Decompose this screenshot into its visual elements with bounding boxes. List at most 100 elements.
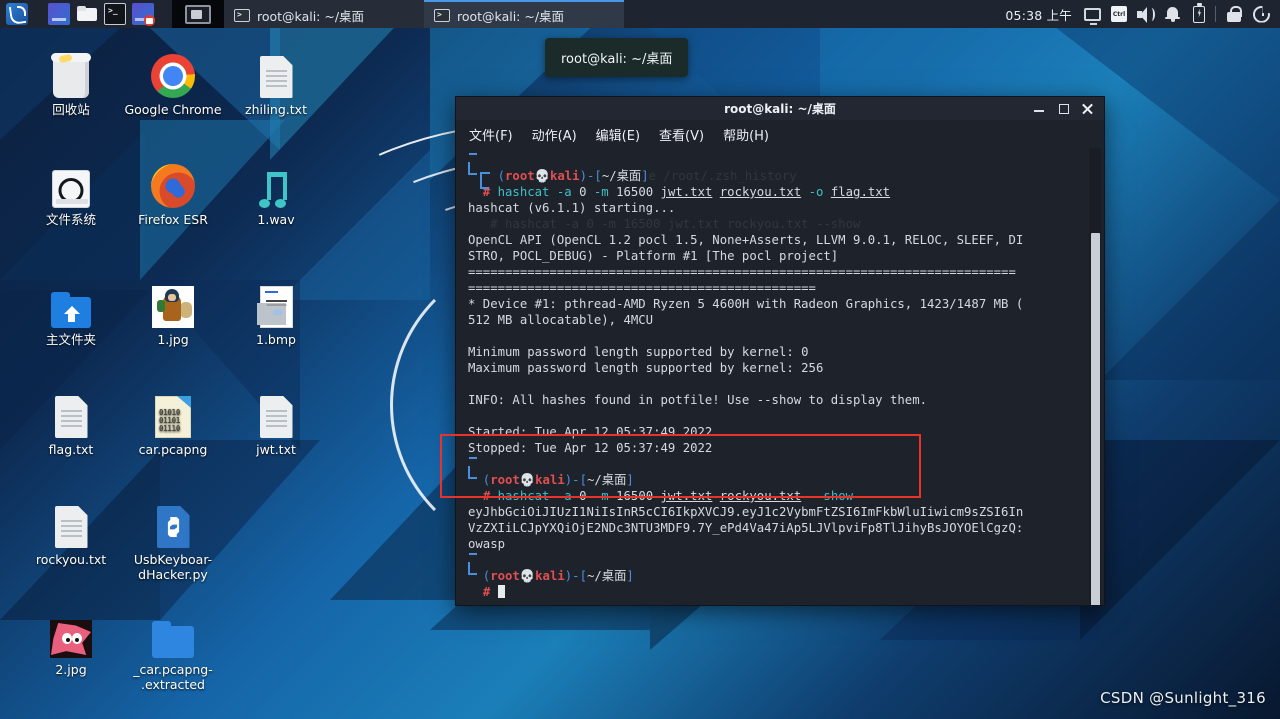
desktop-icon-jwt-txt[interactable]: jwt.txt (225, 388, 327, 457)
firefox-icon (122, 158, 224, 208)
volume-icon[interactable] (1137, 6, 1155, 23)
python-file-icon (122, 498, 224, 548)
prompt-host: kali (549, 169, 580, 183)
cmd2-flag-a: -a (556, 489, 572, 503)
desktop-icon-car-pcapng[interactable]: 01010 01101 01110 car.pcapng (122, 388, 224, 457)
output-line-5: * Device #1: pthread-AMD Ryzen 5 4600H w… (468, 297, 1024, 311)
desktop-icon-usbkeyboardhacker-py[interactable]: UsbKeyboar- dHacker.py (122, 498, 224, 582)
cmd2-flag-show: --show (808, 489, 854, 503)
desktop-icon-label: 1.jpg (157, 332, 189, 347)
taskbar-item-label: root@kali: ~/桌面 (257, 8, 365, 24)
prompt-path-2: ~/桌面 (587, 473, 627, 487)
prompt-symbol-2: # (482, 489, 491, 503)
home-folder-icon (20, 278, 122, 328)
desktop-icon-filesystem[interactable]: 文件系统 (20, 158, 122, 227)
panel-launchers (0, 0, 172, 28)
separator-short: ========================================… (468, 281, 816, 295)
terminal-icon[interactable] (104, 3, 126, 25)
desktop-icon-label: 1.bmp (256, 332, 296, 347)
desktop-icon-1-jpg[interactable]: 1.jpg (122, 278, 224, 347)
terminal-scrollbar-thumb[interactable] (1091, 233, 1100, 605)
text-file-icon (225, 48, 327, 98)
clock[interactable]: 05:38 上午 (1005, 5, 1072, 24)
ghost-artifact-2: # hashcat -a 0 -m 16500 jwt.txt rockyou.… (468, 217, 861, 231)
prompt-user: root (505, 169, 535, 183)
terminal-window[interactable]: root@kali: ~/桌面 文件(F) 动作(A) 编辑(E) 查看(V) … (455, 96, 1105, 606)
kali-dragon-icon[interactable] (6, 3, 28, 25)
jwt-line-1: VzZXIiLCJpYXQiOjE2NDc3NTU3MDF9.7Y_ePd4Va… (468, 521, 1024, 535)
desktop-icon-home-folder[interactable]: 主文件夹 (20, 278, 122, 347)
terminal-icon (434, 8, 450, 22)
desktop-icon-zhiling-txt[interactable]: zhiling.txt (225, 48, 327, 117)
desktop-icon-2-jpg[interactable]: 2.jpg (20, 608, 122, 677)
maximize-button-icon[interactable] (1057, 102, 1070, 115)
chrome-icon (122, 48, 224, 98)
output-line-3: STRO, POCL_DEBUG) - Platform #1 [The poc… (468, 249, 839, 263)
prompt-path-3: ~/桌面 (587, 569, 627, 583)
desktop-icon-rockyou-txt[interactable]: rockyou.txt (20, 498, 122, 567)
panel-spacer (624, 0, 1006, 28)
keyboard-ctrl-indicator-icon[interactable]: Ctrl (1111, 6, 1127, 22)
desktop-icon-trash[interactable]: 回收站 (20, 48, 122, 117)
taskbar-item-label: root@kali: ~/桌面 (457, 8, 565, 24)
bitmap-thumbnail-icon (225, 278, 327, 328)
cmd2-val-m: 16500 (616, 489, 654, 503)
menu-file[interactable]: 文件(F) (469, 125, 513, 144)
desktop-icon-1-bmp[interactable]: 1.bmp (225, 278, 327, 347)
text-file-icon (20, 498, 122, 548)
tray-separator (1215, 6, 1216, 22)
cmd-val-a: 0 (579, 185, 587, 199)
terminal-cursor (497, 585, 505, 598)
prompt-user-3: root (490, 569, 520, 583)
desktop-icon-label: 1.wav (257, 212, 295, 227)
desktop-icon-car-pcapng-extracted[interactable]: _car.pcapng- .extracted (122, 608, 224, 692)
jwt-line-2: owasp (468, 537, 506, 551)
tooltip-text: root@kali: ~/桌面 (561, 52, 673, 67)
logout-icon[interactable] (1253, 5, 1270, 23)
desktop-icon-label: rockyou.txt (35, 552, 107, 567)
prompt-user-2: root (490, 473, 520, 487)
image-thumbnail-icon (122, 278, 224, 328)
cmd-flag-a: -a (556, 185, 572, 199)
window-titlebar[interactable]: root@kali: ~/桌面 (456, 97, 1104, 120)
desktop-icon-label: Google Chrome (124, 102, 222, 117)
show-desktop-icon[interactable] (172, 0, 224, 28)
separator-long: ========================================… (468, 265, 1016, 279)
output-line-14: Stopped: Tue Apr 12 05:37:49 2022 (468, 441, 713, 455)
desktop-icon-label: _car.pcapng- .extracted (133, 662, 213, 692)
cmd-name: hashcat (497, 185, 550, 199)
output-line-0: hashcat (v6.1.1) starting... (468, 201, 676, 215)
display-icon[interactable] (1084, 7, 1101, 25)
top-panel: root@kali: ~/桌面 root@kali: ~/桌面 05:38 上午… (0, 0, 1280, 28)
terminal-output-area[interactable]: (root💀kali)-[~/桌面]e /root/.zsh_history #… (456, 148, 1104, 605)
pcap-file-icon: 01010 01101 01110 (122, 388, 224, 438)
menu-view[interactable]: 查看(V) (659, 125, 704, 144)
prompt-host-3: kali (535, 569, 565, 583)
battery-icon[interactable] (1193, 3, 1205, 23)
menu-edit[interactable]: 编辑(E) (596, 125, 640, 144)
desktop-icon-1-wav[interactable]: 1.wav (225, 158, 327, 227)
taskbar-item-terminal-1[interactable]: root@kali: ~/桌面 (224, 0, 424, 28)
desktop-icon-firefox-esr[interactable]: Firefox ESR (122, 158, 224, 227)
minimize-button-icon[interactable] (1033, 102, 1046, 115)
desktop-icon-label: flag.txt (48, 442, 94, 457)
menu-actions[interactable]: 动作(A) (532, 125, 577, 144)
monitor-icon[interactable] (48, 3, 70, 25)
terminal-text: (root💀kali)-[~/桌面]e /root/.zsh_history #… (468, 169, 1024, 599)
menu-help[interactable]: 帮助(H) (723, 125, 769, 144)
notification-bell-icon[interactable] (1164, 6, 1181, 23)
folder-icon[interactable] (76, 3, 98, 25)
trash-icon (20, 48, 122, 98)
desktop-icon-label: UsbKeyboar- dHacker.py (133, 552, 213, 582)
taskbar-item-terminal-2[interactable]: root@kali: ~/桌面 (424, 0, 624, 28)
screen-record-icon[interactable] (132, 3, 155, 26)
close-button-icon[interactable] (1081, 102, 1094, 115)
prompt-path: ~/桌面 (601, 169, 642, 183)
lock-screen-icon[interactable] (1226, 5, 1243, 23)
prompt-host-2: kali (535, 473, 565, 487)
desktop-icon-google-chrome[interactable]: Google Chrome (122, 48, 224, 117)
desktop-icon-label: 2.jpg (55, 662, 87, 677)
desktop-icon-label: 主文件夹 (45, 332, 96, 347)
desktop-icon-flag-txt[interactable]: flag.txt (20, 388, 122, 457)
folder-icon (122, 608, 224, 658)
